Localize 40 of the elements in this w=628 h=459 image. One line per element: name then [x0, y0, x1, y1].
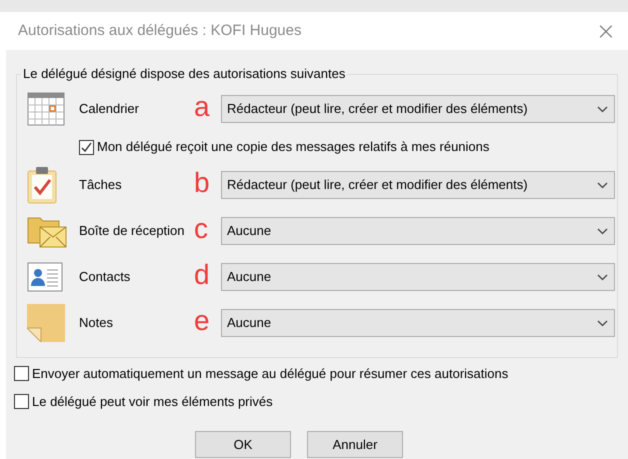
chevron-down-icon — [597, 182, 608, 188]
checkbox[interactable] — [14, 366, 29, 382]
group-legend: Le délégué désigné dispose des autorisations suivantes — [21, 65, 348, 83]
checkbox-label: Envoyer automatiquement un message au délégué pour résumer ces autorisations — [32, 365, 508, 383]
dropdown-value: Rédacteur (peut lire, créer et modifier des éléments) — [227, 100, 528, 118]
chevron-down-icon — [597, 320, 608, 326]
permission-dropdown[interactable]: Aucune — [221, 309, 615, 337]
dropdown-value: Aucune — [227, 314, 272, 332]
annotation-letter: b — [194, 169, 211, 200]
folder-label: Calendrier — [79, 100, 140, 118]
dialog-button[interactable]: OK — [195, 431, 291, 458]
annotation-letter: a — [194, 93, 211, 124]
clipboard-check-icon — [27, 166, 57, 204]
permission-dropdown[interactable]: Rédacteur (peut lire, créer et modifier des éléments) — [221, 95, 615, 123]
sticky-note-icon — [27, 304, 65, 342]
contact-card-icon — [27, 262, 63, 292]
folder-label: Contacts — [79, 268, 132, 286]
permission-dropdown[interactable]: Aucune — [221, 217, 615, 245]
dropdown-value: Aucune — [227, 222, 272, 240]
checkbox[interactable] — [79, 140, 94, 154]
folder-label: Boîte de réception — [79, 222, 186, 240]
dropdown-value: Rédacteur (peut lire, créer et modifier des éléments) — [227, 176, 528, 194]
annotation-letter: e — [194, 307, 211, 338]
chevron-down-icon — [597, 106, 608, 112]
calendar-icon — [27, 92, 65, 126]
chevron-down-icon — [597, 228, 608, 234]
folder-label: Notes — [79, 314, 114, 332]
checkbox-label: Le délégué peut voir mes éléments privés — [32, 392, 273, 411]
annotation-letter: c — [194, 215, 209, 246]
dialog-button[interactable]: Annuler — [307, 431, 403, 458]
folder-label: Tâches — [79, 176, 123, 194]
dropdown-value: Aucune — [227, 268, 272, 286]
close-button[interactable]: × — [592, 19, 620, 43]
chevron-down-icon — [597, 274, 608, 280]
checkbox-label: Mon délégué reçoit une copie des messages relatifs à mes réunions — [97, 138, 490, 156]
permission-dropdown[interactable]: Aucune — [221, 263, 615, 291]
checkbox[interactable] — [14, 394, 29, 409]
window-title: Autorisations aux délégués : KOFI Hugues — [18, 20, 302, 41]
annotation-letter: d — [194, 261, 211, 292]
permission-dropdown[interactable]: Rédacteur (peut lire, créer et modifier des éléments) — [221, 171, 615, 199]
